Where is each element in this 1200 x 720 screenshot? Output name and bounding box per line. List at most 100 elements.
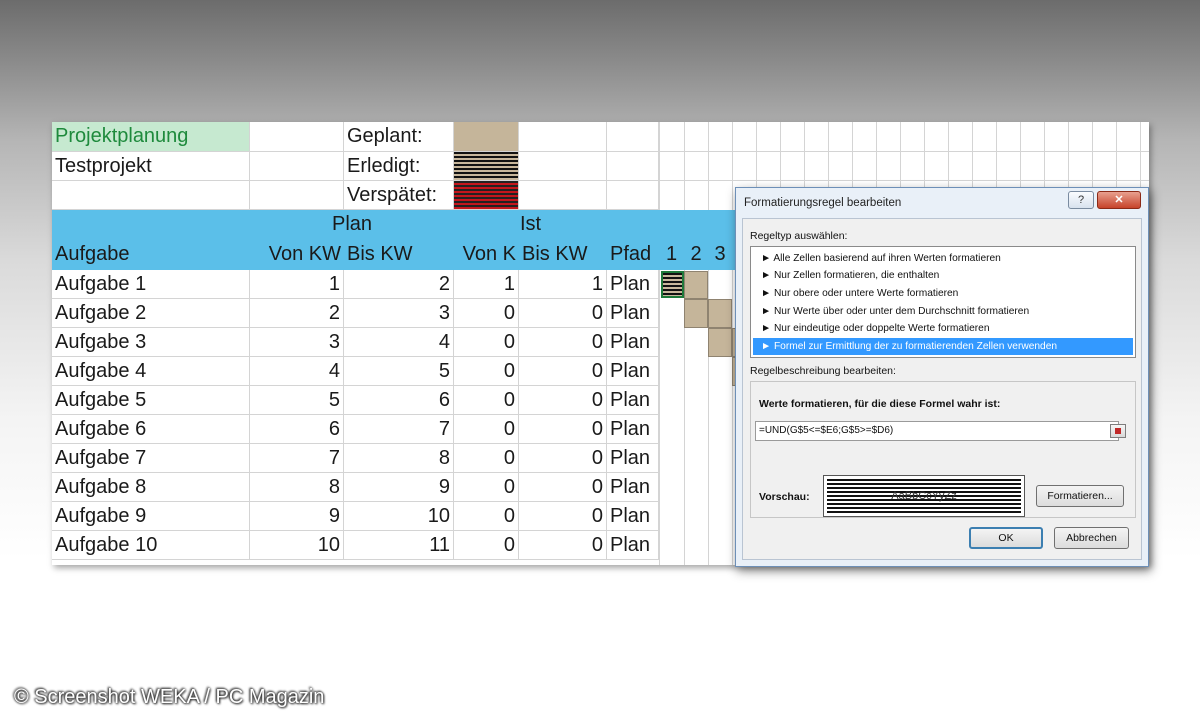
format-button[interactable]: Formatieren... (1036, 485, 1124, 507)
ist-bis[interactable]: 0 (519, 531, 607, 560)
pfad[interactable]: Plan (607, 386, 659, 415)
plan-von[interactable]: 3 (250, 328, 344, 357)
cell[interactable] (607, 152, 659, 181)
plan-von[interactable]: 10 (250, 531, 344, 560)
plan-bis[interactable]: 10 (344, 502, 454, 531)
legend-swatch-cell[interactable] (454, 152, 519, 181)
pfad[interactable]: Plan (607, 473, 659, 502)
ist-von[interactable]: 0 (454, 415, 519, 444)
cell[interactable] (607, 181, 659, 210)
header-week-1[interactable]: 1 (659, 240, 684, 270)
task-name[interactable]: Aufgabe 4 (52, 357, 250, 386)
legend-swatch-cell[interactable] (454, 122, 519, 152)
ist-bis[interactable]: 0 (519, 502, 607, 531)
task-name[interactable]: Aufgabe 2 (52, 299, 250, 328)
plan-von[interactable]: 7 (250, 444, 344, 473)
dialog-titlebar[interactable]: Formatierungsregel bearbeiten ? ✕ (736, 188, 1148, 218)
task-name[interactable]: Aufgabe 3 (52, 328, 250, 357)
plan-bis[interactable]: 8 (344, 444, 454, 473)
plan-bis[interactable]: 2 (344, 270, 454, 299)
task-name[interactable]: Aufgabe 9 (52, 502, 250, 531)
plan-bis[interactable]: 9 (344, 473, 454, 502)
cell[interactable] (519, 152, 607, 181)
legend-label-late[interactable]: Verspätet: (344, 181, 454, 210)
ist-von[interactable]: 0 (454, 444, 519, 473)
plan-von[interactable]: 2 (250, 299, 344, 328)
ist-bis[interactable]: 1 (519, 270, 607, 299)
plan-bis[interactable]: 11 (344, 531, 454, 560)
plan-bis[interactable]: 3 (344, 299, 454, 328)
help-button[interactable]: ? (1068, 191, 1094, 209)
task-name[interactable]: Aufgabe 6 (52, 415, 250, 444)
plan-von[interactable]: 1 (250, 270, 344, 299)
ist-von[interactable]: 1 (454, 270, 519, 299)
header-plan-von-kw[interactable]: Von KW (250, 240, 344, 270)
legend-label-planned[interactable]: Geplant: (344, 122, 454, 152)
cell[interactable] (52, 181, 250, 210)
plan-bis[interactable]: 4 (344, 328, 454, 357)
pfad[interactable]: Plan (607, 328, 659, 357)
header-plan-bis-kw[interactable]: Bis KW (344, 240, 454, 270)
plan-von[interactable]: 4 (250, 357, 344, 386)
plan-bis[interactable]: 6 (344, 386, 454, 415)
ist-bis[interactable]: 0 (519, 299, 607, 328)
pfad[interactable]: Plan (607, 415, 659, 444)
project-name[interactable]: Testprojekt (52, 152, 250, 181)
header-ist-von-kw[interactable]: Von K (454, 240, 519, 270)
sheet-title[interactable]: Projektplanung (52, 122, 250, 152)
header-ist-bis-kw[interactable]: Bis KW (519, 240, 607, 270)
ist-bis[interactable]: 0 (519, 473, 607, 502)
gantt-cell-planned[interactable] (684, 271, 708, 299)
cell[interactable] (607, 122, 659, 152)
plan-von[interactable]: 8 (250, 473, 344, 502)
cell[interactable] (250, 152, 344, 181)
task-name[interactable]: Aufgabe 8 (52, 473, 250, 502)
pfad[interactable]: Plan (607, 444, 659, 473)
pfad[interactable]: Plan (607, 270, 659, 299)
ist-von[interactable]: 0 (454, 328, 519, 357)
cell[interactable] (519, 122, 607, 152)
ruletype-item[interactable]: ► Nur eindeutige oder doppelte Werte for… (753, 320, 1133, 337)
ist-von[interactable]: 0 (454, 502, 519, 531)
gantt-cell-planned[interactable] (708, 328, 732, 357)
pfad[interactable]: Plan (607, 299, 659, 328)
header-pfad[interactable]: Pfad (607, 240, 659, 270)
close-button[interactable]: ✕ (1097, 191, 1141, 209)
ruletype-item[interactable]: ► Nur obere oder untere Werte formatiere… (753, 285, 1133, 302)
ruletype-item[interactable]: ► Nur Werte über oder unter dem Durchsch… (753, 303, 1133, 320)
header-aufgabe[interactable]: Aufgabe (52, 240, 250, 270)
ist-bis[interactable]: 0 (519, 415, 607, 444)
header-week-3[interactable]: 3 (708, 240, 732, 270)
cell[interactable] (519, 181, 607, 210)
pfad[interactable]: Plan (607, 531, 659, 560)
ist-bis[interactable]: 0 (519, 357, 607, 386)
ist-bis[interactable]: 0 (519, 444, 607, 473)
gantt-cell-planned[interactable] (708, 299, 732, 328)
plan-von[interactable]: 5 (250, 386, 344, 415)
gantt-cell-done[interactable] (661, 271, 684, 298)
pfad[interactable]: Plan (607, 502, 659, 531)
ok-button[interactable]: OK (969, 527, 1043, 549)
pfad[interactable]: Plan (607, 357, 659, 386)
ist-von[interactable]: 0 (454, 357, 519, 386)
task-name[interactable]: Aufgabe 10 (52, 531, 250, 560)
gantt-cell-planned[interactable] (684, 299, 708, 328)
legend-label-done[interactable]: Erledigt: (344, 152, 454, 181)
ruletype-item[interactable]: ► Nur Zellen formatieren, die enthalten (753, 267, 1133, 284)
ruletype-item[interactable]: ► Alle Zellen basierend auf ihren Werten… (753, 250, 1133, 267)
task-name[interactable]: Aufgabe 7 (52, 444, 250, 473)
range-select-icon[interactable] (1110, 424, 1126, 438)
header-ist[interactable]: Ist (454, 210, 607, 240)
ruletype-list[interactable]: ► Alle Zellen basierend auf ihren Werten… (750, 246, 1136, 358)
plan-bis[interactable]: 5 (344, 357, 454, 386)
plan-von[interactable]: 6 (250, 415, 344, 444)
ist-von[interactable]: 0 (454, 531, 519, 560)
header-week-2[interactable]: 2 (684, 240, 708, 270)
legend-swatch-cell[interactable] (454, 181, 519, 210)
ist-von[interactable]: 0 (454, 473, 519, 502)
cell[interactable] (250, 122, 344, 152)
ist-von[interactable]: 0 (454, 386, 519, 415)
cell[interactable] (250, 181, 344, 210)
task-name[interactable]: Aufgabe 5 (52, 386, 250, 415)
ist-bis[interactable]: 0 (519, 386, 607, 415)
